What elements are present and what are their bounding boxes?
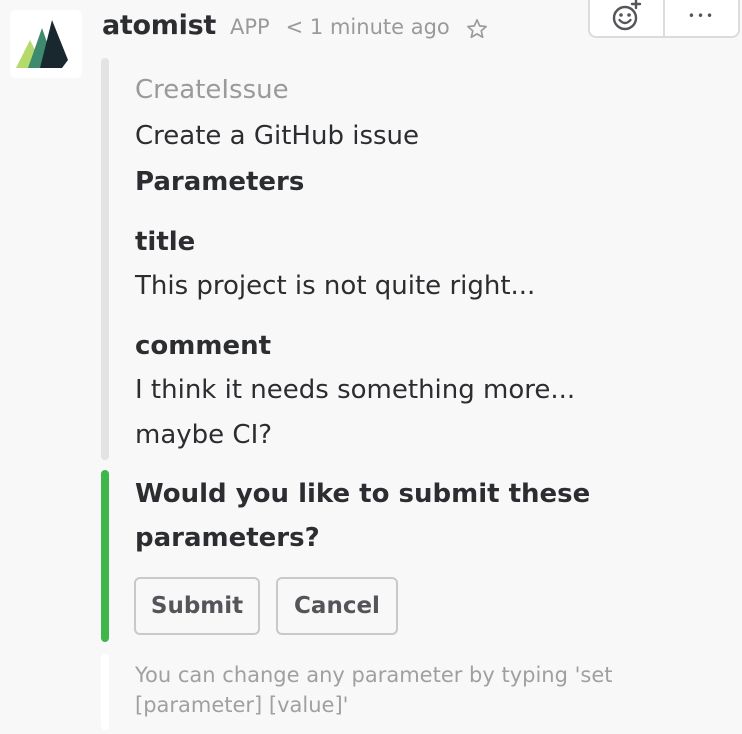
confirm-question-line1: Would you like to submit these: [135, 479, 591, 509]
app-badge: APP: [229, 15, 270, 39]
message-actions: •••: [588, 0, 740, 38]
parameters-heading: Parameters: [135, 167, 305, 197]
hint-attachment: You can change any parameter by typing '…: [101, 654, 741, 730]
confirm-attachment: Would you like to submit these parameter…: [101, 470, 741, 642]
submit-button[interactable]: Submit: [134, 577, 260, 635]
avatar[interactable]: [10, 10, 82, 78]
issue-attachment: CreateIssue Create a GitHub issue Parame…: [101, 58, 741, 460]
attachment-bar-white: [101, 654, 109, 730]
add-reaction-button[interactable]: [590, 0, 663, 36]
attachment-bar: [101, 58, 109, 460]
attachment-bar-green: [101, 470, 109, 642]
sender-name[interactable]: atomist: [102, 10, 216, 41]
star-icon[interactable]: [466, 18, 488, 40]
more-actions-button[interactable]: •••: [663, 0, 738, 36]
confirm-question-line2: parameters?: [135, 523, 320, 553]
attachment-pretext: CreateIssue: [135, 75, 289, 105]
hint-text-line1: You can change any parameter by typing '…: [135, 663, 613, 687]
timestamp[interactable]: < 1 minute ago: [286, 15, 450, 39]
message-header: atomist APP < 1 minute ago: [102, 10, 488, 44]
field-comment-label: comment: [135, 331, 272, 361]
attachment-text: Create a GitHub issue: [135, 121, 420, 151]
field-title-value: This project is not quite right...: [135, 271, 536, 301]
field-comment-value-line2: maybe CI?: [135, 420, 273, 450]
field-title-label: title: [135, 227, 196, 257]
cancel-button[interactable]: Cancel: [276, 577, 398, 635]
more-icon: •••: [687, 9, 716, 23]
hint-text-line2: [parameter] [value]': [135, 693, 349, 717]
add-reaction-icon: [612, 0, 641, 31]
atomist-logo-icon: [16, 20, 68, 68]
field-comment-value-line1: I think it needs something more...: [135, 375, 576, 405]
